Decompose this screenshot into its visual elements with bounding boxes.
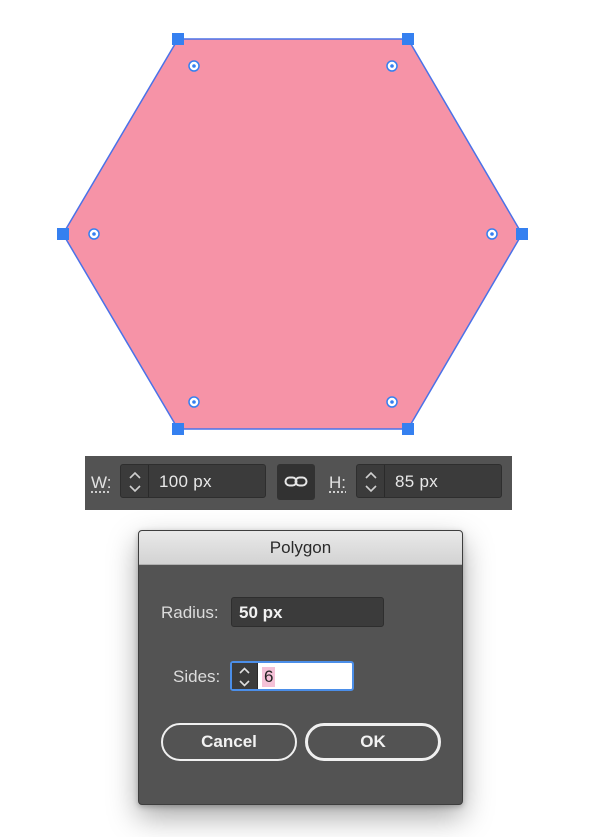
corner-widget-dot bbox=[390, 64, 394, 68]
dialog-title: Polygon bbox=[269, 538, 332, 557]
constrain-proportions-button[interactable] bbox=[277, 464, 315, 500]
width-label: W: bbox=[91, 473, 112, 492]
anchor-handle-top-right[interactable] bbox=[402, 33, 414, 45]
canvas[interactable] bbox=[0, 0, 600, 450]
height-field[interactable]: 85 px bbox=[356, 464, 502, 498]
cancel-button[interactable]: Cancel bbox=[161, 723, 297, 761]
height-stepper[interactable] bbox=[357, 465, 385, 497]
polygon-dialog: Polygon Radius: 50 px Sides: 6 Cancel OK bbox=[138, 530, 463, 805]
dialog-titlebar[interactable]: Polygon bbox=[139, 531, 462, 565]
stepper-arrows-icon bbox=[239, 667, 250, 687]
sides-value: 6 bbox=[262, 667, 276, 687]
anchor-handle-right[interactable] bbox=[516, 228, 528, 240]
width-field[interactable]: 100 px bbox=[120, 464, 266, 498]
corner-widget-dot bbox=[390, 400, 394, 404]
corner-widget-dot bbox=[92, 232, 96, 236]
width-stepper[interactable] bbox=[121, 465, 149, 497]
corner-widget-dot bbox=[490, 232, 494, 236]
link-icon bbox=[284, 476, 308, 487]
corner-widget-dot bbox=[192, 400, 196, 404]
width-value: 100 px bbox=[159, 472, 212, 491]
sides-input[interactable]: 6 bbox=[230, 661, 354, 691]
corner-widget-dot bbox=[192, 64, 196, 68]
anchor-handle-top-left[interactable] bbox=[172, 33, 184, 45]
stepper-arrows-icon bbox=[365, 471, 377, 493]
sides-label: Sides: bbox=[173, 667, 221, 686]
sides-stepper[interactable] bbox=[232, 663, 258, 689]
anchor-handle-bottom-right[interactable] bbox=[402, 423, 414, 435]
transform-control-bar: W: 100 px H: 85 px bbox=[85, 456, 512, 510]
radius-value: 50 px bbox=[239, 603, 283, 622]
radius-input[interactable]: 50 px bbox=[231, 597, 384, 627]
height-value: 85 px bbox=[395, 472, 439, 491]
ok-button[interactable]: OK bbox=[305, 723, 441, 761]
radius-label: Radius: bbox=[161, 603, 219, 622]
stepper-arrows-icon bbox=[129, 471, 141, 493]
hexagon-shape[interactable] bbox=[62, 38, 523, 430]
height-label: H: bbox=[329, 473, 346, 492]
anchor-handle-bottom-left[interactable] bbox=[172, 423, 184, 435]
anchor-handle-left[interactable] bbox=[57, 228, 69, 240]
